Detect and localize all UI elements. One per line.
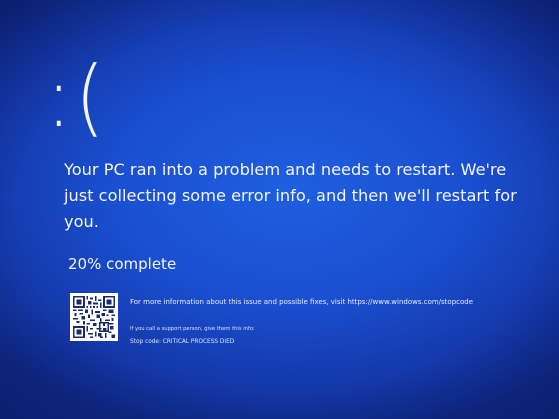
- stop-code: Stop code: CRITICAL PROCESS DIED: [130, 339, 235, 345]
- qr-code-icon: [70, 293, 118, 341]
- sad-face-emoticon: :(: [46, 48, 109, 146]
- progress-text: 20% complete: [68, 255, 177, 273]
- error-message: Your PC ran into a problem and needs to …: [64, 160, 517, 231]
- support-note: If you call a support person, give them …: [130, 326, 255, 332]
- more-info-text: For more information about this issue an…: [130, 298, 474, 306]
